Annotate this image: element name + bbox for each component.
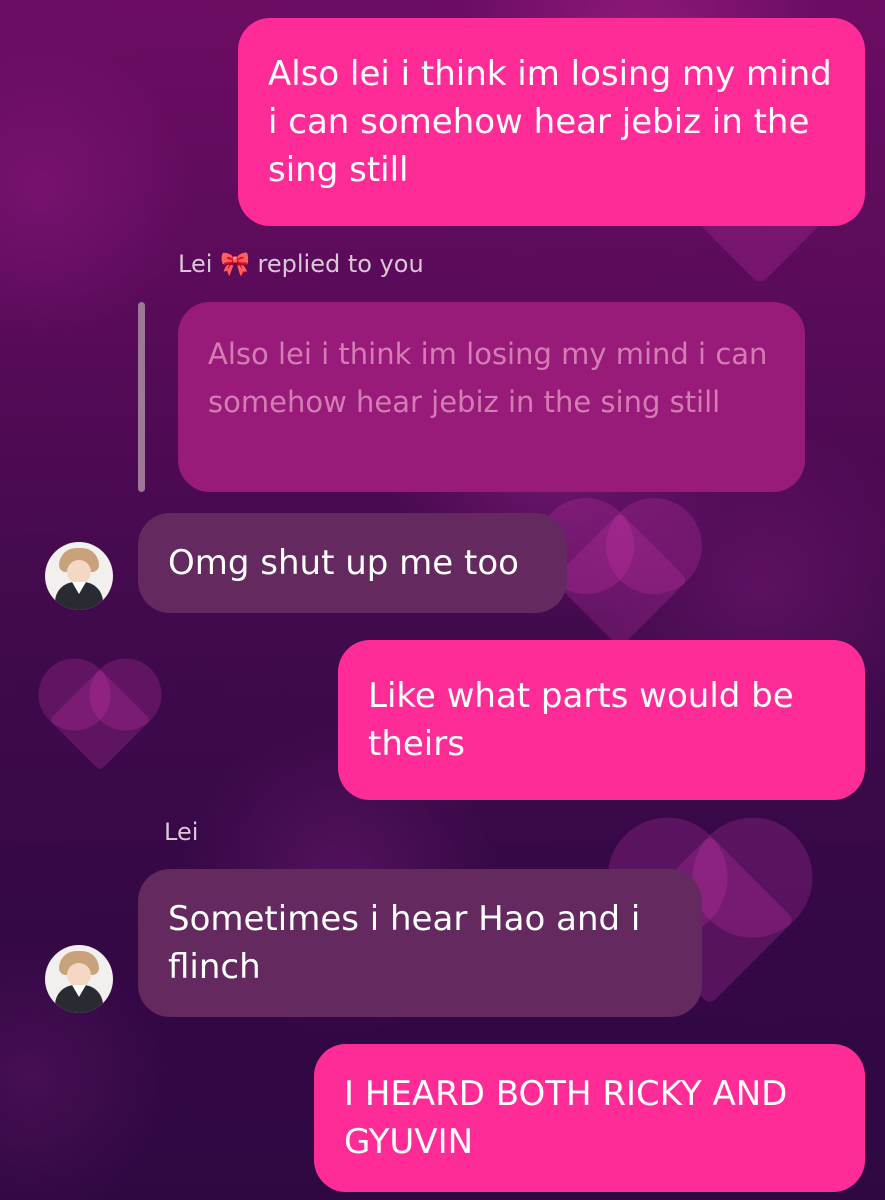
reply-label: Lei 🎀 replied to you [178,250,424,278]
message-text: Also lei i think im losing my mind i can… [268,54,832,190]
outgoing-message-bubble[interactable]: Like what parts would be theirs [338,640,865,800]
incoming-message-bubble[interactable]: Omg shut up me too [138,513,567,613]
message-text: Like what parts would be theirs [368,676,794,764]
outgoing-message-bubble[interactable]: I HEARD BOTH RICKY AND GYUVIN [314,1044,865,1192]
sender-avatar[interactable] [45,945,113,1013]
incoming-message-bubble[interactable]: Sometimes i hear Hao and i flinch [138,869,702,1017]
message-text: I HEARD BOTH RICKY AND GYUVIN [344,1074,788,1162]
message-text: Omg shut up me too [168,543,519,583]
background-heart [552,512,688,648]
message-text: Sometimes i hear Hao and i flinch [168,899,641,987]
background-heart [49,669,151,771]
sender-name-label: Lei [164,818,199,846]
quoted-message[interactable]: Also lei i think im losing my mind i can… [178,302,805,492]
outgoing-message-bubble[interactable]: Also lei i think im losing my mind i can… [238,18,865,226]
sender-avatar[interactable] [45,542,113,610]
reply-indicator-bar [138,302,145,492]
